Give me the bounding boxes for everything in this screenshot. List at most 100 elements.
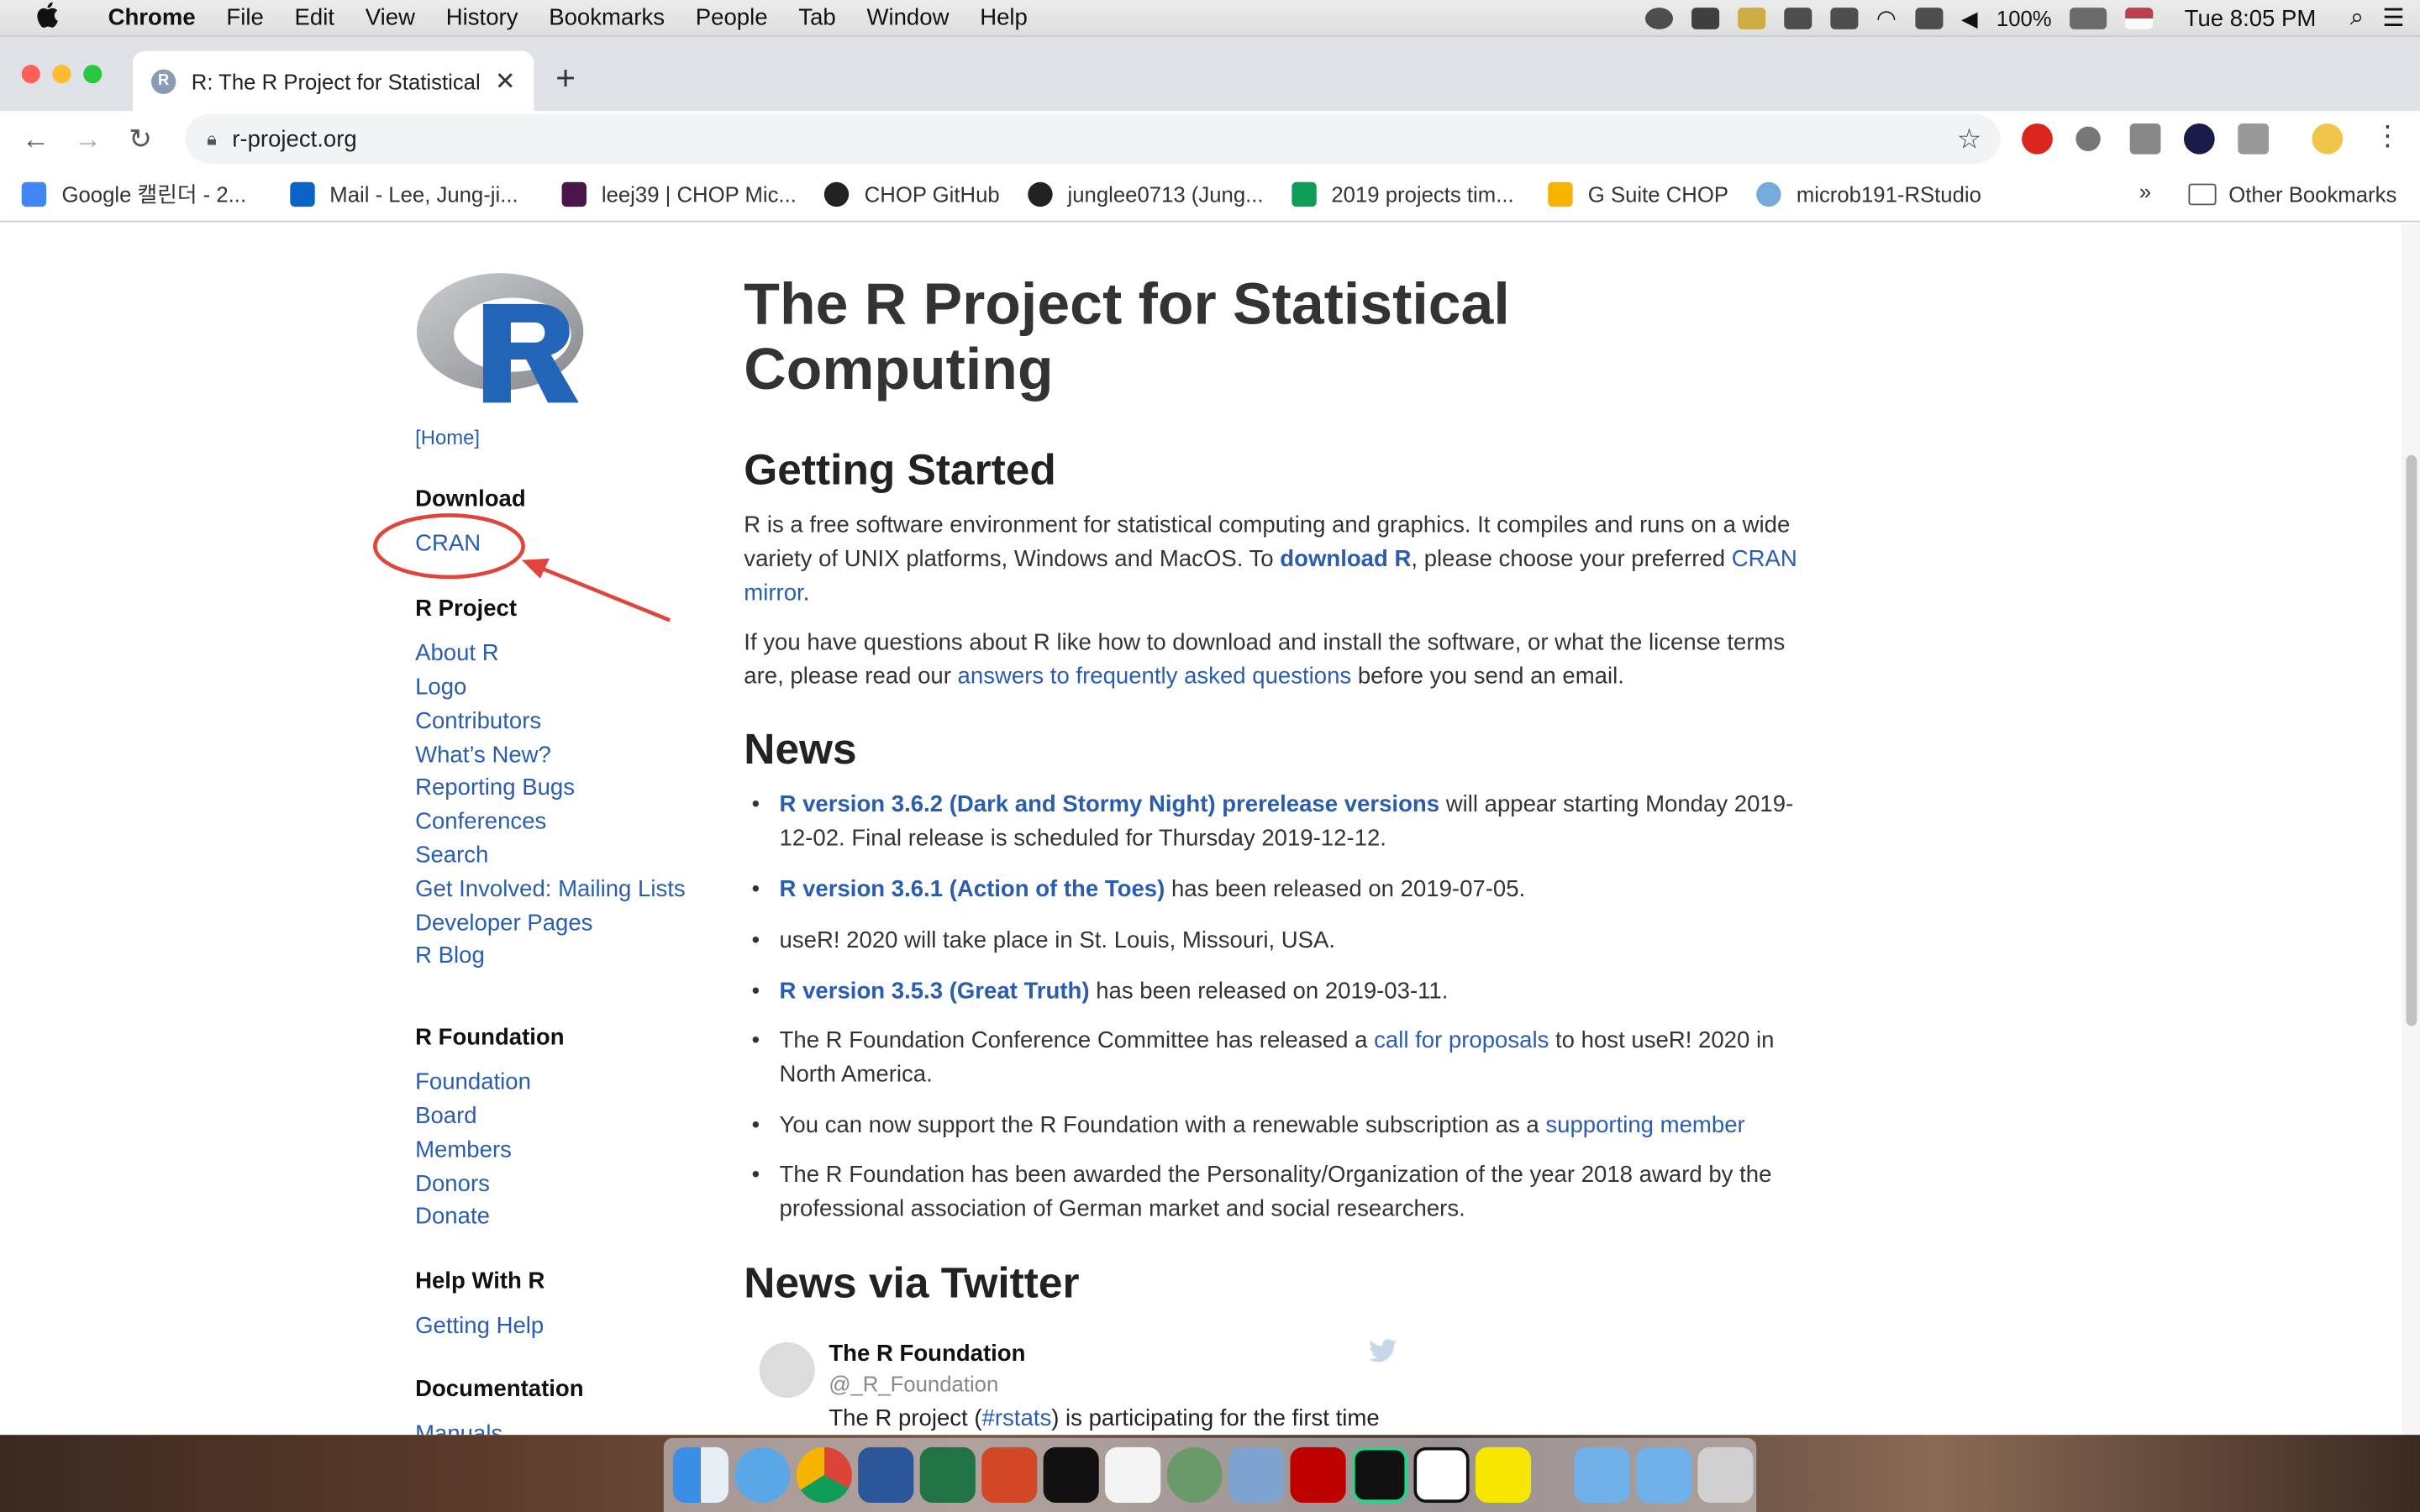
getting-help-link[interactable]: Getting Help <box>415 1313 544 1339</box>
mailing-lists-link[interactable]: Get Involved: Mailing Lists <box>415 876 686 902</box>
search-link[interactable]: Search <box>415 843 488 869</box>
close-window-button[interactable] <box>21 65 40 84</box>
battery-icon[interactable] <box>2070 8 2107 29</box>
minimize-window-button[interactable] <box>52 65 71 84</box>
zoom-window-button[interactable] <box>83 65 103 84</box>
menu-people[interactable]: People <box>680 5 783 31</box>
news-link[interactable]: R version 3.6.1 (Action of the Toes) <box>780 876 1165 902</box>
bookmark-item[interactable]: Mail - Lee, Jung-ji... <box>289 181 518 207</box>
bookmark-item[interactable]: Google 캘린더 - 2... <box>21 178 246 209</box>
trash-icon[interactable] <box>1697 1446 1754 1503</box>
excel-icon[interactable] <box>919 1446 976 1503</box>
other-bookmarks-folder[interactable]: Other Bookmarks <box>2188 166 2396 222</box>
logo-link[interactable]: Logo <box>415 675 466 701</box>
menu-window[interactable]: Window <box>851 5 965 31</box>
menu-bookmarks[interactable]: Bookmarks <box>534 5 681 31</box>
bookmark-item[interactable]: 2019 projects tim... <box>1291 181 1514 207</box>
supporting-member-link[interactable]: supporting member <box>1545 1112 1744 1138</box>
conferences-link[interactable]: Conferences <box>415 808 546 834</box>
board-link[interactable]: Board <box>415 1103 477 1129</box>
grammarly-extension-icon[interactable] <box>2129 123 2161 155</box>
bookmark-item[interactable]: microb191-RStudio <box>1756 181 1981 207</box>
faq-link[interactable]: answers to frequently asked questions <box>958 664 1352 690</box>
developer-pages-link[interactable]: Developer Pages <box>415 911 592 937</box>
menu-tab[interactable]: Tab <box>783 5 851 31</box>
word-icon[interactable] <box>858 1446 914 1503</box>
terminal-icon[interactable] <box>1043 1446 1099 1503</box>
filezilla-icon[interactable] <box>1290 1446 1346 1503</box>
members-link[interactable]: Members <box>415 1137 512 1163</box>
forward-button[interactable]: → <box>61 123 113 155</box>
adobe-icon[interactable] <box>1829 8 1858 29</box>
bookmark-item[interactable]: leej39 | CHOP Mic... <box>561 181 797 207</box>
foundation-link[interactable]: Foundation <box>415 1069 531 1095</box>
contributors-link[interactable]: Contributors <box>415 708 541 734</box>
powerpoint-icon[interactable] <box>981 1446 1038 1503</box>
shield-icon[interactable] <box>1737 8 1765 29</box>
rstats-hashtag-link[interactable]: #rstats <box>982 1405 1052 1431</box>
call-for-proposals-link[interactable]: call for proposals <box>1374 1027 1549 1053</box>
profile-avatar-icon[interactable] <box>2312 123 2344 155</box>
p-extension-icon[interactable] <box>2183 123 2215 155</box>
dropbox-icon[interactable] <box>1691 8 1719 29</box>
avatar[interactable] <box>759 1341 815 1399</box>
menu-help[interactable]: Help <box>965 5 1043 31</box>
url-text[interactable]: r-project.org <box>232 126 357 152</box>
tweet-author-handle[interactable]: @_R_Foundation <box>829 1372 998 1396</box>
donate-link[interactable]: Donate <box>415 1204 490 1230</box>
downloads-folder-icon[interactable] <box>1574 1446 1630 1503</box>
more-bookmarks-chevron-icon[interactable]: » <box>2139 179 2151 203</box>
notion-icon[interactable] <box>1413 1446 1470 1503</box>
bookmark-star-icon[interactable]: ☆ <box>1957 123 1982 156</box>
tab-active[interactable]: R R: The R Project for Statistical C ✕ <box>132 50 534 112</box>
volume-icon[interactable]: ◀ <box>1961 5 1978 31</box>
cran-link[interactable]: CRAN <box>415 531 481 557</box>
page-scrollbar[interactable] <box>2401 223 2420 1436</box>
close-tab-icon[interactable]: ✕ <box>495 66 516 97</box>
r-logo[interactable] <box>415 270 588 408</box>
wifi-icon[interactable]: ◠ <box>1876 5 1897 32</box>
whats-new-link[interactable]: What’s New? <box>415 742 551 768</box>
textedit-icon[interactable] <box>1105 1446 1161 1503</box>
airplay-icon[interactable] <box>1914 8 1944 29</box>
spotlight-search-icon[interactable]: ⌕ <box>2350 5 2364 33</box>
pycharm-icon[interactable] <box>1351 1446 1408 1503</box>
news-link[interactable]: R version 3.5.3 (Great Truth) <box>780 978 1090 1004</box>
chrome-menu-icon[interactable]: ⋮ <box>2374 120 2402 153</box>
bookmark-item[interactable]: G Suite CHOP <box>1548 181 1728 207</box>
menu-history[interactable]: History <box>430 5 533 31</box>
notification-center-icon[interactable]: ☰ <box>2382 3 2404 34</box>
bi-icon[interactable] <box>1783 8 1812 29</box>
drive-extension-icon[interactable] <box>2238 123 2270 155</box>
adblock-extension-icon[interactable] <box>2022 123 2053 155</box>
chat-app-icon[interactable] <box>734 1446 791 1503</box>
extension-circle-icon[interactable] <box>2075 126 2101 152</box>
chrome-icon[interactable] <box>796 1446 852 1503</box>
menu-view[interactable]: View <box>350 5 430 31</box>
time-machine-icon[interactable] <box>1644 8 1673 29</box>
menu-edit[interactable]: Edit <box>279 5 350 31</box>
r-app-icon[interactable] <box>1228 1446 1285 1503</box>
apple-icon[interactable] <box>0 1 92 34</box>
twitter-embed[interactable]: The R Foundation @_R_Foundation The R pr… <box>744 1330 1762 1435</box>
bookmark-item[interactable]: CHOP GitHub <box>823 181 1000 207</box>
reporting-bugs-link[interactable]: Reporting Bugs <box>415 774 575 801</box>
back-button[interactable]: ← <box>9 123 61 155</box>
twitter-bird-icon[interactable] <box>1369 1339 1397 1370</box>
documents-folder-icon[interactable] <box>1635 1446 1692 1503</box>
download-r-link[interactable]: download R <box>1280 546 1411 572</box>
kakaotalk-icon[interactable] <box>1475 1446 1532 1503</box>
address-bar[interactable]: 🔒︎ r-project.org ☆ <box>185 113 2001 164</box>
network-utility-icon[interactable] <box>1166 1446 1223 1503</box>
finder-icon[interactable] <box>672 1446 729 1503</box>
r-blog-link[interactable]: R Blog <box>415 942 485 969</box>
lock-icon[interactable]: 🔒︎ <box>207 128 217 151</box>
scrollbar-thumb[interactable] <box>2406 454 2417 1026</box>
flag-icon[interactable] <box>2125 8 2154 29</box>
about-r-link[interactable]: About R <box>415 640 499 666</box>
news-link[interactable]: R version 3.6.2 (Dark and Stormy Night) … <box>780 791 1440 817</box>
new-tab-button[interactable]: + <box>555 59 576 99</box>
manuals-link[interactable]: Manuals <box>415 1421 502 1436</box>
donors-link[interactable]: Donors <box>415 1171 490 1197</box>
clock[interactable]: Tue 8:05 PM <box>2185 5 2317 31</box>
